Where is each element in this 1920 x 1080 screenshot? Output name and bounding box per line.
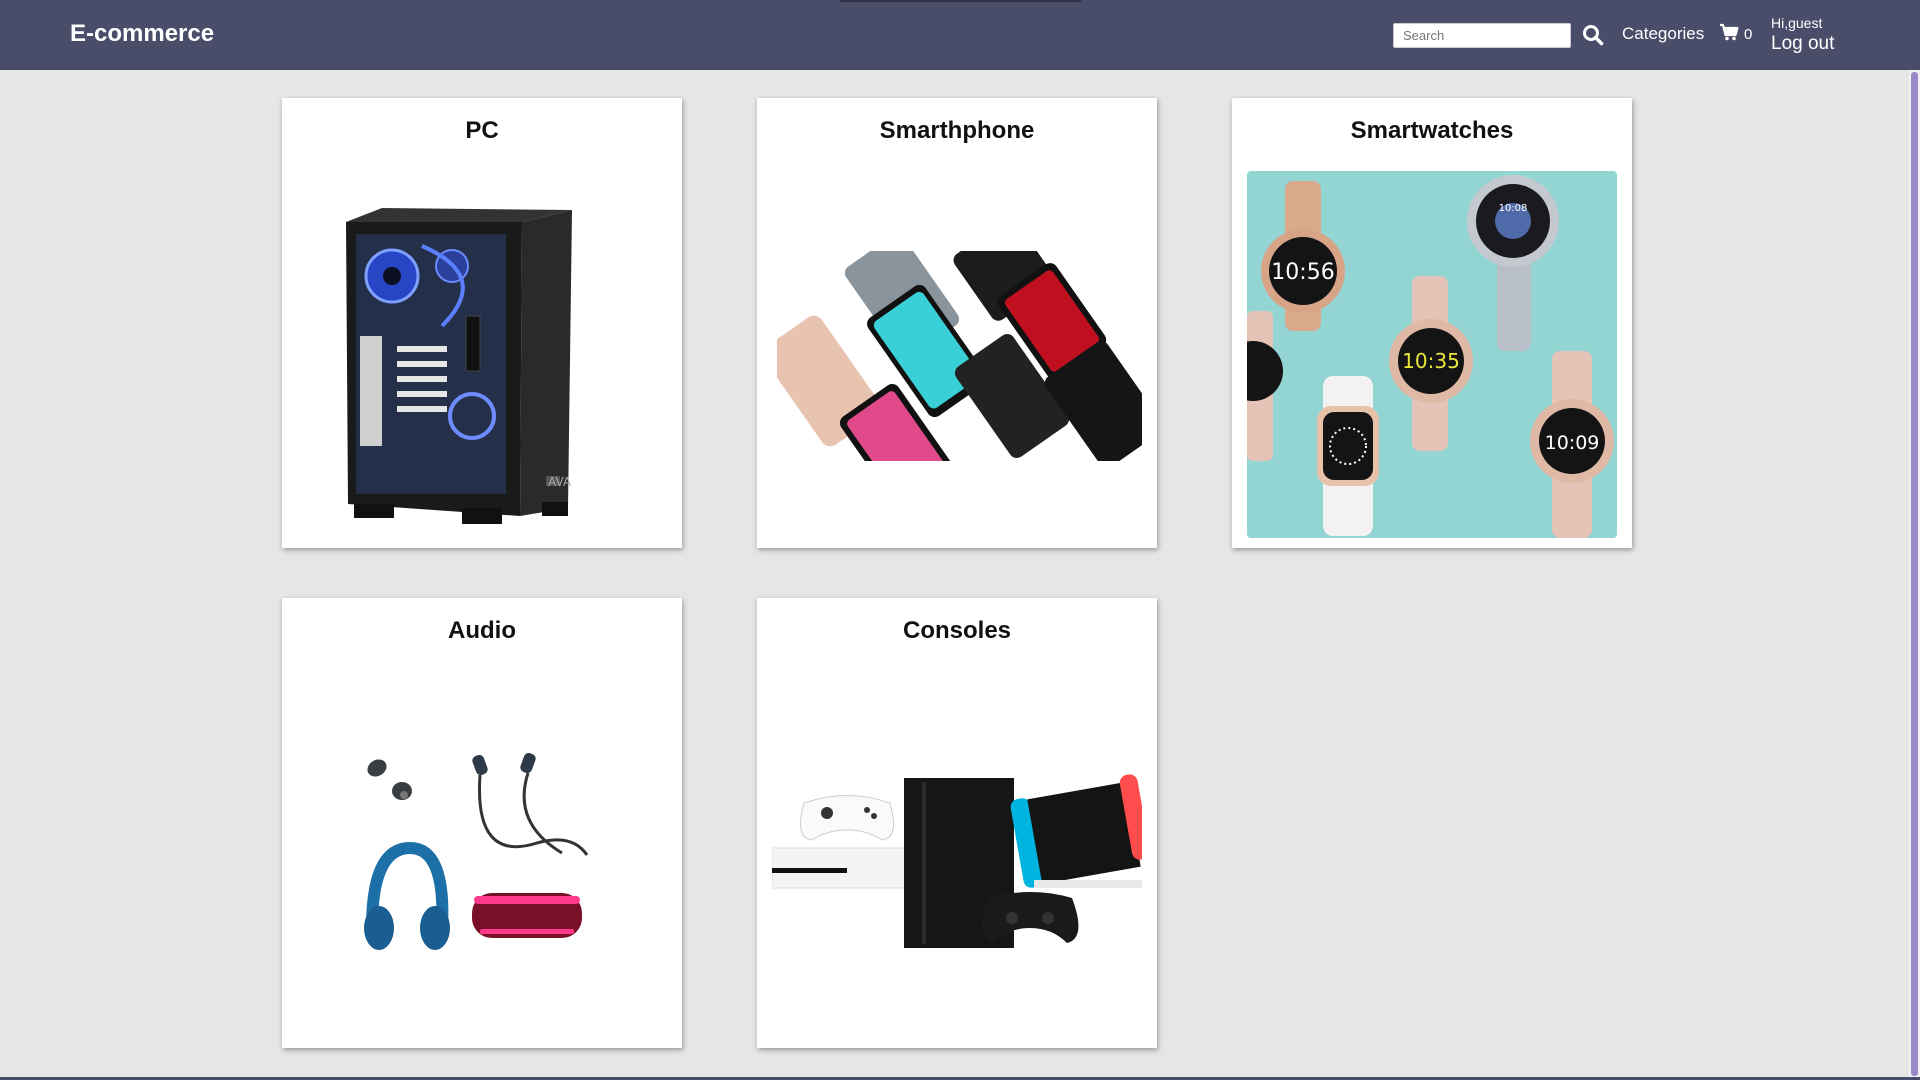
user-greeting: Hi,guest xyxy=(1771,15,1823,31)
top-navbar: E-commerce Categories 0 Hi,guest Log out xyxy=(0,0,1920,70)
card-title: Smarthphone xyxy=(879,117,1035,144)
pc-tower-image: AVA xyxy=(342,186,632,526)
card-title: Smartwatches xyxy=(1350,117,1514,144)
card-title: Audio xyxy=(448,617,516,644)
category-card-smartwatches[interactable]: Smartwatches 10:56 10:08 10:35 10:09 xyxy=(1232,98,1632,548)
category-card-audio[interactable]: Audio xyxy=(282,598,682,1048)
card-title: Consoles xyxy=(902,617,1012,644)
category-card-smartphone[interactable]: Smarthphone xyxy=(757,98,1157,548)
watch-time-2: 10:35 xyxy=(1402,349,1460,373)
brand-logo[interactable]: E-commerce xyxy=(70,20,214,48)
svg-text:AVA: AVA xyxy=(548,475,572,489)
search-icon[interactable] xyxy=(1582,24,1604,46)
logout-link[interactable]: Log out xyxy=(1771,33,1834,55)
cart-button[interactable]: 0 xyxy=(1719,23,1752,45)
category-card-pc[interactable]: PC AVA xyxy=(282,98,682,548)
card-title: PC xyxy=(465,117,499,144)
smartwatches-image: 10:56 10:08 10:35 10:09 xyxy=(1247,171,1617,538)
game-consoles-image xyxy=(772,768,1142,958)
smartphones-image xyxy=(777,251,1142,461)
categories-link[interactable]: Categories xyxy=(1622,24,1704,44)
watch-time-4: 10:08 xyxy=(1499,203,1528,214)
nav-indicator-bar xyxy=(840,0,1081,2)
cart-count: 0 xyxy=(1744,25,1753,43)
watch-time-1: 10:56 xyxy=(1271,260,1334,285)
audio-devices-image xyxy=(362,753,602,963)
scrollbar-thumb[interactable] xyxy=(1911,72,1918,1076)
page-scrollbar[interactable] xyxy=(1909,70,1920,1078)
cart-icon xyxy=(1719,23,1739,45)
search-input[interactable] xyxy=(1393,23,1571,48)
watch-time-3: 10:09 xyxy=(1545,432,1600,454)
category-card-consoles[interactable]: Consoles xyxy=(757,598,1157,1048)
